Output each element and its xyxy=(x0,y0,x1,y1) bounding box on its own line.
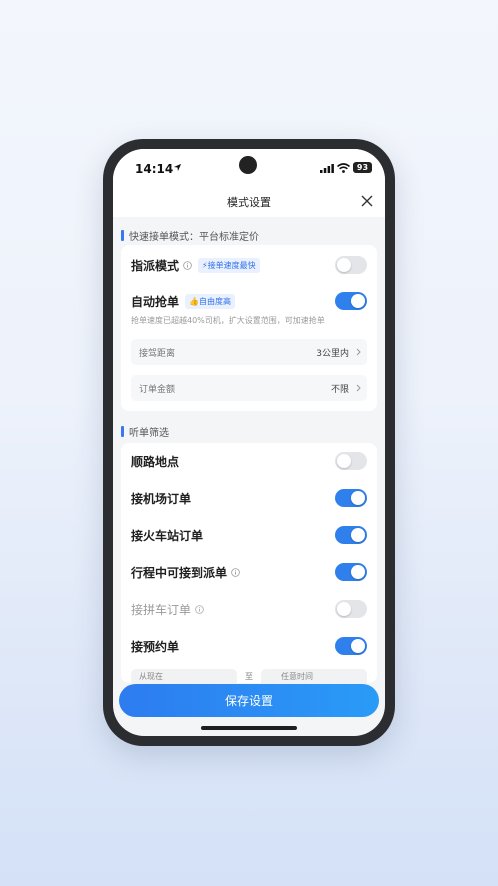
filter-label: 接机场订单 xyxy=(131,491,192,506)
filter-toggle-train-station[interactable] xyxy=(335,526,367,544)
filter-row-route: 顺路地点 xyxy=(131,449,367,473)
nav-bar: 模式设置 xyxy=(113,185,385,217)
dispatch-mode-label: 指派模式 xyxy=(131,258,180,273)
front-camera xyxy=(239,156,257,174)
filter-card: 顺路地点 接机场订单 接火车站订单 行程中可接到派单 接拼车订单 接预约单 xyxy=(121,443,377,683)
info-icon[interactable] xyxy=(231,567,240,577)
section-accent-bar xyxy=(121,425,124,437)
section-header-text: 听单筛选 xyxy=(129,427,169,439)
order-amount-row[interactable]: 订单金额 不限 xyxy=(131,375,367,401)
reservation-time-range: 从现在 至 任意时间 xyxy=(121,665,377,687)
filter-row-carpool: 接拼车订单 xyxy=(131,597,367,621)
save-button[interactable]: 保存设置 xyxy=(119,684,379,717)
phone-frame: 14:14 93 模式设置 快速接单模式：平台标准定价 指派模式 ⚡接单速度最快… xyxy=(103,139,395,746)
filter-label: 顺路地点 xyxy=(131,454,180,469)
chevron-right-icon xyxy=(356,384,361,392)
filter-label: 接预约单 xyxy=(131,639,180,654)
filter-row-train-station: 接火车站订单 xyxy=(131,523,367,547)
auto-grab-tag: 👍自由度高 xyxy=(185,293,235,309)
time-range-start-text: 从现在 xyxy=(139,672,163,681)
info-icon[interactable] xyxy=(195,604,204,614)
filter-toggle-airport[interactable] xyxy=(335,489,367,507)
time-range-end-text: 任意时间 xyxy=(281,672,313,681)
auto-grab-toggle[interactable] xyxy=(335,292,367,310)
chevron-right-icon xyxy=(356,348,361,356)
section-accent-bar xyxy=(121,229,124,241)
dispatch-mode-row: 指派模式 ⚡接单速度最快 xyxy=(131,253,367,277)
section-header-text: 快速接单模式：平台标准定价 xyxy=(129,231,259,243)
filter-label: 行程中可接到派单 xyxy=(131,565,228,580)
dispatch-speed-tag: ⚡接单速度最快 xyxy=(198,257,260,273)
filter-row-dispatch-in-trip: 行程中可接到派单 xyxy=(131,560,367,584)
pickup-distance-value: 3公里内 xyxy=(316,349,349,359)
page-title: 模式设置 xyxy=(227,196,271,209)
filter-toggle-dispatch-in-trip[interactable] xyxy=(335,563,367,581)
filter-toggle-route[interactable] xyxy=(335,452,367,470)
app-screen: 14:14 93 模式设置 快速接单模式：平台标准定价 指派模式 ⚡接单速度最快… xyxy=(113,149,385,736)
filter-label: 接拼车订单 xyxy=(131,602,192,617)
signal-icon xyxy=(320,164,334,173)
auto-grab-description: 抢单速度已超越40%司机，扩大设置范围，可加速抢单 xyxy=(131,316,325,325)
battery-icon: 93 xyxy=(353,162,372,173)
close-icon[interactable] xyxy=(360,194,374,208)
wifi-icon xyxy=(337,163,350,173)
filter-toggle-reservation[interactable] xyxy=(335,637,367,655)
location-arrow-icon xyxy=(173,163,182,172)
pickup-distance-label: 接驾距离 xyxy=(139,349,176,359)
dispatch-mode-toggle[interactable] xyxy=(335,256,367,274)
order-amount-label: 订单金额 xyxy=(139,385,176,395)
section-header-mode: 快速接单模式：平台标准定价 xyxy=(121,227,259,243)
home-indicator xyxy=(201,726,297,730)
pickup-distance-row[interactable]: 接驾距离 3公里内 xyxy=(131,339,367,365)
status-time: 14:14 xyxy=(135,162,174,176)
info-icon[interactable] xyxy=(183,260,192,270)
auto-grab-row: 自动抢单 👍自由度高 xyxy=(131,289,367,313)
filter-row-airport: 接机场订单 xyxy=(131,486,367,510)
order-amount-value: 不限 xyxy=(330,385,349,395)
filter-label: 接火车站订单 xyxy=(131,528,204,543)
filter-toggle-carpool[interactable] xyxy=(335,600,367,618)
auto-grab-label: 自动抢单 xyxy=(131,294,180,309)
status-bar: 14:14 93 xyxy=(113,149,385,185)
time-range-separator: 至 xyxy=(245,672,253,681)
filter-row-reservation: 接预约单 xyxy=(131,634,367,658)
mode-card: 指派模式 ⚡接单速度最快 自动抢单 👍自由度高 抢单速度已超越40%司机，扩大设… xyxy=(121,245,377,411)
section-header-filter: 听单筛选 xyxy=(121,423,169,439)
